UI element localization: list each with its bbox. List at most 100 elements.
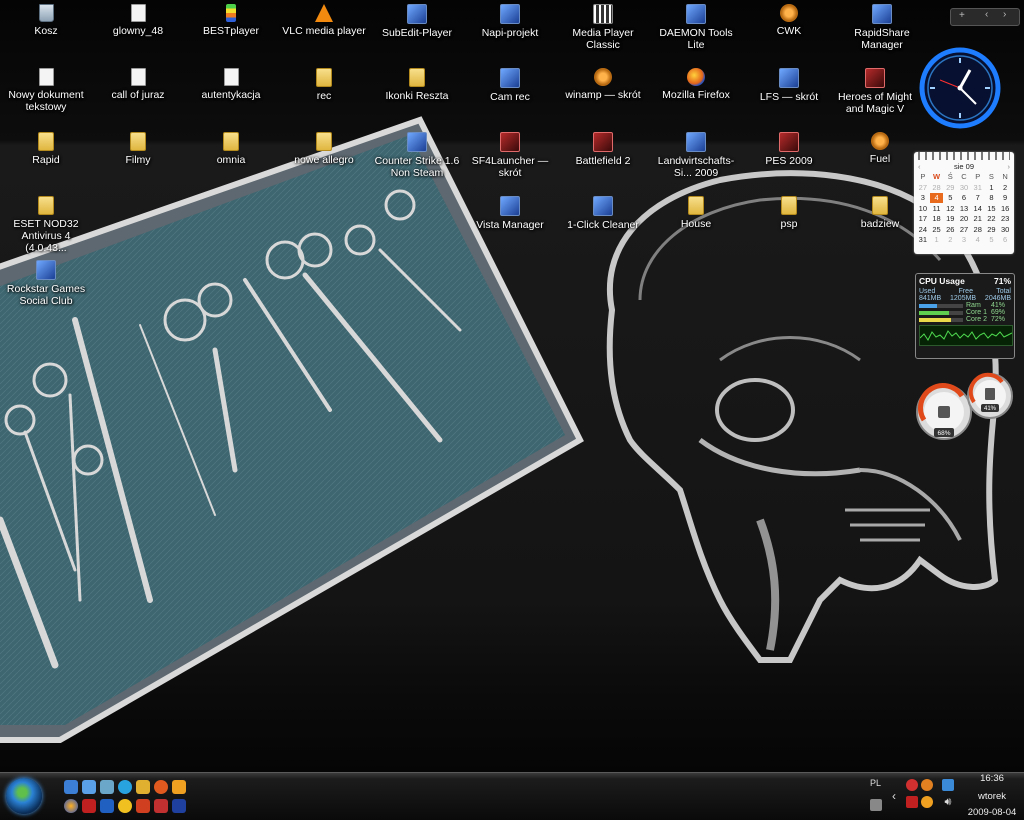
desktop-icon-nowe-allegro[interactable]: nowe allegro (278, 132, 370, 166)
calendar-prev-button[interactable]: ‹ (918, 162, 921, 171)
calendar-day[interactable]: 18 (930, 214, 944, 224)
calendar-day[interactable]: 10 (916, 204, 930, 214)
computer-icon[interactable] (100, 780, 114, 794)
calendar-day[interactable]: 26 (943, 225, 957, 235)
desktop-icon-autentykacja[interactable]: autentykacja (185, 68, 277, 101)
calendar-day[interactable]: 5 (985, 235, 999, 245)
calendar-day[interactable]: 4 (929, 193, 944, 203)
quicklaunch-app6-icon[interactable] (154, 799, 168, 813)
quicklaunch-app2-icon[interactable] (82, 799, 96, 813)
meters-gadget[interactable]: 68% 41% (914, 372, 1014, 447)
calendar-day[interactable]: 9 (998, 193, 1012, 203)
calendar-day[interactable]: 17 (916, 214, 930, 224)
desktop-icon-fuel[interactable]: Fuel (834, 132, 926, 165)
sidebar-next-button[interactable]: › (1003, 9, 1006, 20)
calendar-day[interactable]: 2 (998, 183, 1012, 193)
quicklaunch-game-icon[interactable] (154, 780, 168, 794)
cpu-usage-gadget[interactable]: CPU Usage 71% Used Free Total 841MB 1205… (915, 273, 1015, 359)
calendar-day[interactable]: 1 (985, 183, 999, 193)
calendar-day[interactable]: 29 (943, 183, 957, 193)
clock-gadget[interactable] (918, 42, 1002, 134)
calendar-day[interactable]: 23 (998, 214, 1012, 224)
calendar-day[interactable]: 31 (916, 235, 930, 245)
desktop-icon-bestplayer[interactable]: BESTplayer (185, 4, 277, 37)
calendar-day[interactable]: 8 (985, 193, 999, 203)
sidebar-prev-button[interactable]: ‹ (985, 9, 988, 20)
taskbar-day[interactable]: wtorek (962, 791, 1022, 802)
quicklaunch-app-icon[interactable] (136, 780, 150, 794)
desktop-icon-sf4launcher[interactable]: SF4Launcher — skrót (464, 132, 556, 179)
calendar-day[interactable]: 27 (916, 183, 930, 193)
show-hidden-icons-chevron-icon[interactable]: ‹ (892, 789, 896, 803)
calendar-day[interactable]: 3 (916, 193, 930, 203)
calendar-day[interactable]: 6 (957, 193, 971, 203)
tray-app-orange-icon[interactable] (921, 779, 933, 791)
calendar-day[interactable]: 6 (998, 235, 1012, 245)
calendar-day[interactable]: 28 (971, 225, 985, 235)
desktop-icon-house[interactable]: House (650, 196, 742, 230)
desktop-icon-cwk[interactable]: CWK (743, 4, 835, 37)
taskbar-time[interactable]: 16:36 (962, 773, 1022, 784)
calendar-next-button[interactable]: › (1008, 162, 1011, 171)
calendar-day[interactable]: 28 (930, 183, 944, 193)
calendar-day[interactable]: 21 (971, 214, 985, 224)
calendar-day[interactable]: 30 (957, 183, 971, 193)
calendar-day[interactable]: 2 (943, 235, 957, 245)
tray-app-red2-icon[interactable] (906, 796, 918, 808)
taskbar-date[interactable]: 2009-08-04 (962, 807, 1022, 818)
calendar-day[interactable]: 27 (957, 225, 971, 235)
desktop-icon-landwirtschafts[interactable]: Landwirtschafts-Si... 2009 (650, 132, 742, 179)
desktop-icon-filmy[interactable]: Filmy (92, 132, 184, 166)
calendar-day[interactable]: 12 (943, 204, 957, 214)
skype-icon[interactable] (118, 780, 132, 794)
quicklaunch-app3-icon[interactable] (100, 799, 114, 813)
desktop-icon-daemon-tools[interactable]: DAEMON Tools Lite (650, 4, 742, 51)
desktop-icon-battlefield-2[interactable]: Battlefield 2 (557, 132, 649, 167)
desktop-icon-rec[interactable]: rec (278, 68, 370, 102)
desktop-icon-counter-strike[interactable]: Counter Strike 1.6 Non Steam (371, 132, 463, 179)
desktop-icon-glowny-48[interactable]: glowny_48 (92, 4, 184, 37)
calendar-day[interactable]: 20 (957, 214, 971, 224)
show-desktop-icon[interactable] (64, 780, 78, 794)
quicklaunch-app5-icon[interactable] (136, 799, 150, 813)
calendar-day[interactable]: 3 (957, 235, 971, 245)
calendar-day[interactable]: 30 (998, 225, 1012, 235)
desktop-icon-rockstar-social-club[interactable]: Rockstar Games Social Club (0, 260, 92, 307)
calendar-day[interactable]: 24 (916, 225, 930, 235)
calendar-day[interactable]: 25 (930, 225, 944, 235)
quicklaunch-app4-icon[interactable] (118, 799, 132, 813)
desktop-icon-vlc[interactable]: VLC media player (278, 4, 370, 37)
desktop-icon-rapidshare-manager[interactable]: RapidShare Manager (836, 4, 928, 51)
keyboard-icon[interactable] (870, 799, 882, 811)
desktop-icon-subedit-player[interactable]: SubEdit-Player (371, 4, 463, 39)
desktop-icon-vista-manager[interactable]: Vista Manager (464, 196, 556, 231)
calendar-day[interactable]: 1 (930, 235, 944, 245)
desktop-icon-badziew[interactable]: badziew (834, 196, 926, 230)
desktop-icon-1-click-cleaner[interactable]: 1-Click Cleaner (557, 196, 649, 231)
calendar-day[interactable]: 16 (998, 204, 1012, 214)
desktop-icon-rapid[interactable]: Rapid (0, 132, 92, 166)
desktop-icon-eset-nod32[interactable]: ESET NOD32 Antivirus 4 (4.0.43... (0, 196, 92, 254)
desktop-icon-nowy-dokument[interactable]: Nowy dokument tekstowy (0, 68, 92, 113)
calendar-day[interactable]: 15 (985, 204, 999, 214)
desktop-icon-winamp[interactable]: winamp — skrót (557, 68, 649, 101)
desktop-icon-psp[interactable]: psp (743, 196, 835, 230)
desktop-icon-ikonki-reszta[interactable]: Ikonki Reszta (371, 68, 463, 102)
calendar-day[interactable]: 19 (943, 214, 957, 224)
desktop-icon-media-player-classic[interactable]: Media Player Classic (557, 4, 649, 51)
tray-app-sun-icon[interactable] (921, 796, 933, 808)
language-indicator[interactable]: PL (870, 778, 881, 788)
calendar-day[interactable]: 13 (957, 204, 971, 214)
calendar-day[interactable]: 4 (971, 235, 985, 245)
desktop-icon-cam-rec[interactable]: Cam rec (464, 68, 556, 103)
calendar-day[interactable]: 14 (971, 204, 985, 214)
calendar-day[interactable]: 29 (985, 225, 999, 235)
add-gadget-button[interactable]: + (959, 10, 965, 21)
calendar-day[interactable]: 22 (985, 214, 999, 224)
desktop-icon-firefox[interactable]: Mozilla Firefox (650, 68, 742, 101)
desktop-icon-napi-projekt[interactable]: Napi-projekt (464, 4, 556, 39)
calendar-day[interactable]: 5 (943, 193, 957, 203)
calendar-day[interactable]: 7 (971, 193, 985, 203)
desktop-icon-call-of-juraz[interactable]: call of juraz (92, 68, 184, 101)
switch-windows-icon[interactable] (82, 780, 96, 794)
